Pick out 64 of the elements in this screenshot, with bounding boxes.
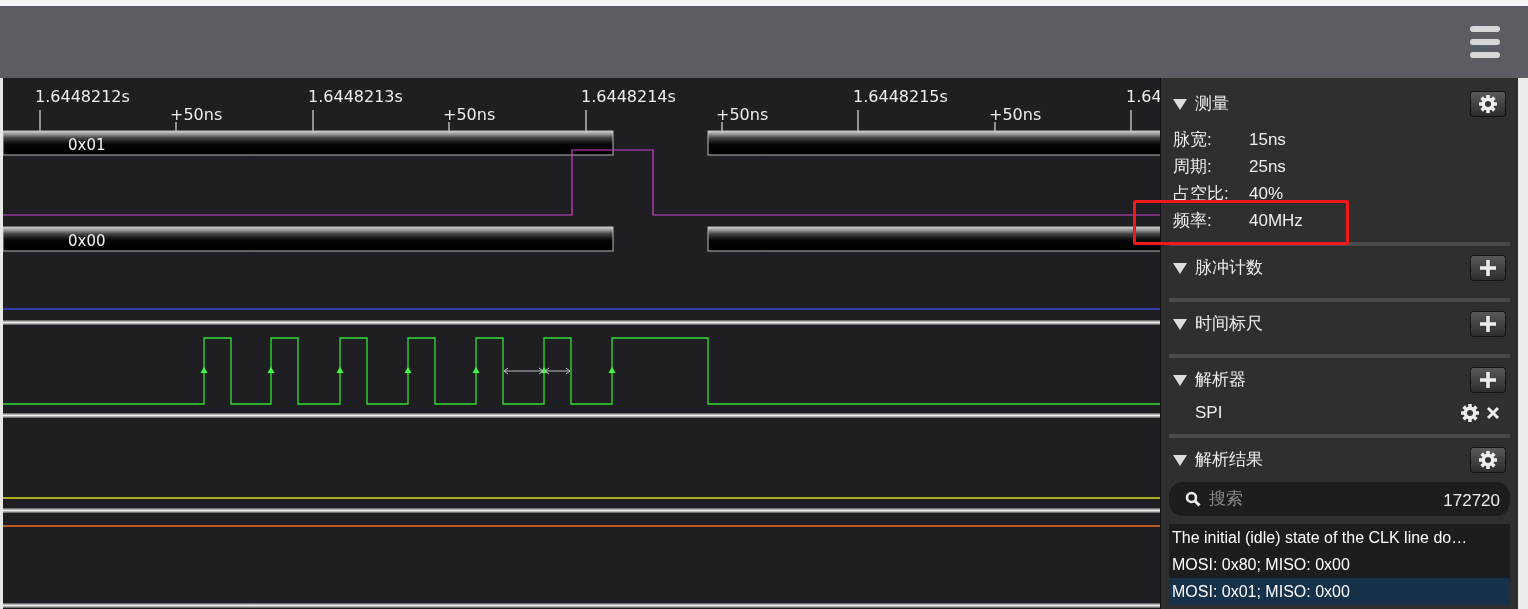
ruler-tick	[175, 121, 177, 132]
collapse-triangle-icon[interactable]	[1173, 374, 1187, 386]
plus-icon[interactable]	[1479, 259, 1497, 277]
bus-value: 0x00	[68, 232, 106, 250]
close-icon[interactable]	[1486, 406, 1500, 420]
rising-edge-marker	[200, 367, 208, 373]
time-label: 1.64	[1126, 87, 1160, 106]
settings-icon[interactable]	[1460, 403, 1480, 423]
ruler-tick	[994, 121, 996, 132]
bus-value: 0x01	[68, 136, 106, 154]
rising-edge-marker	[267, 367, 275, 373]
result-row[interactable]: MOSI: 0x80; MISO: 0x00	[1169, 551, 1510, 578]
section-title: 解析结果	[1195, 449, 1264, 472]
time-offset-label: +50ns	[443, 105, 496, 124]
settings-button[interactable]	[1470, 447, 1506, 473]
measure-value: 25ns	[1249, 155, 1286, 178]
result-row[interactable]: MOSI: 0x01; MISO: 0x00	[1169, 578, 1510, 605]
measure-label: 周期:	[1173, 155, 1213, 178]
rising-edge-marker	[404, 367, 412, 373]
measure-value: 40%	[1249, 182, 1284, 205]
rising-edge-marker	[472, 367, 480, 373]
plus-icon[interactable]	[1479, 315, 1497, 333]
measure-label: 频率:	[1173, 209, 1213, 232]
section-title: 脉冲计数	[1195, 257, 1264, 280]
settings-icon[interactable]	[1478, 450, 1498, 470]
measure-label: 占空比:	[1173, 182, 1230, 205]
time-offset-label: +50ns	[170, 105, 223, 124]
measure-label: 脉宽:	[1173, 128, 1213, 151]
result-row[interactable]: The initial (idle) state of the CLK line do…	[1169, 524, 1510, 551]
plus-icon[interactable]	[1479, 371, 1497, 389]
ruler-tick	[857, 109, 859, 132]
ruler-tick	[39, 109, 41, 132]
add-button[interactable]	[1470, 311, 1506, 337]
ruler-tick	[312, 109, 314, 132]
time-label: 1.6448215s	[853, 87, 948, 106]
settings-icon[interactable]	[1478, 94, 1498, 114]
section-title: 时间标尺	[1195, 313, 1264, 336]
measure-value: 15ns	[1249, 128, 1286, 151]
time-offset-label: +50ns	[989, 105, 1042, 124]
search-icon	[1185, 491, 1201, 507]
collapse-triangle-icon[interactable]	[1173, 98, 1187, 110]
menu-icon[interactable]	[1470, 26, 1500, 58]
collapse-triangle-icon[interactable]	[1173, 454, 1187, 466]
time-label: 1.6448212s	[35, 87, 130, 106]
rising-edge-marker	[336, 367, 344, 373]
ruler-tick	[448, 121, 450, 132]
analyzer-name: SPI	[1195, 402, 1224, 425]
collapse-triangle-icon[interactable]	[1173, 318, 1187, 330]
ruler-tick	[721, 121, 723, 132]
time-label: 1.6448214s	[581, 87, 676, 106]
ruler-tick	[1130, 109, 1132, 132]
section-title: 测量	[1195, 93, 1230, 116]
measure-value: 40MHz	[1249, 209, 1303, 232]
time-label: 1.6448213s	[308, 87, 403, 106]
ruler-tick	[585, 109, 587, 132]
rising-edge-marker	[608, 367, 616, 373]
time-offset-label: +50ns	[716, 105, 769, 124]
add-button[interactable]	[1470, 255, 1506, 281]
settings-button[interactable]	[1470, 91, 1506, 117]
result-count: 172720	[1443, 490, 1500, 512]
section-title: 解析器	[1195, 369, 1247, 392]
collapse-triangle-icon[interactable]	[1173, 262, 1187, 274]
rising-edge-marker	[540, 367, 548, 373]
add-button[interactable]	[1470, 367, 1506, 393]
